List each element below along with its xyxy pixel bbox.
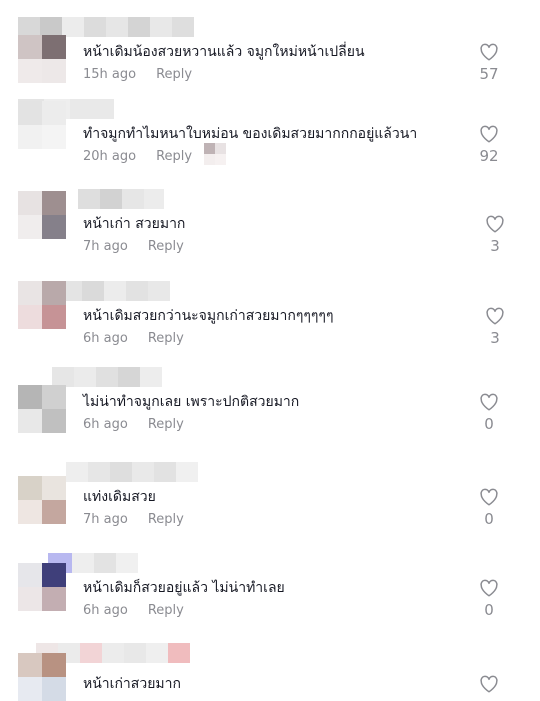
reply-button[interactable]: Reply — [156, 67, 192, 82]
timestamp: 6h ago — [83, 417, 128, 432]
avatar[interactable] — [18, 191, 66, 239]
avatar[interactable] — [18, 476, 66, 524]
like-count: 57 — [479, 65, 499, 83]
username-blurred[interactable] — [52, 367, 162, 387]
comment-text: ทำจมูกทำไมหนาใบหม่อน ของเดิมสวยมากกกอยู่… — [83, 126, 418, 142]
timestamp: 6h ago — [83, 603, 128, 618]
heart-outline-icon[interactable] — [479, 393, 499, 411]
heart-outline-icon[interactable] — [479, 675, 499, 693]
reply-button[interactable]: Reply — [148, 239, 184, 254]
like-button[interactable]: 0 — [478, 579, 500, 619]
heart-outline-icon[interactable] — [485, 307, 505, 325]
heart-outline-icon[interactable] — [479, 125, 499, 143]
comment-text: หน้าเก่าสวยมาก — [83, 676, 181, 692]
username-blurred[interactable] — [78, 189, 164, 209]
avatar[interactable] — [18, 101, 66, 149]
comment-meta: 7h ago Reply — [83, 512, 184, 527]
comment-text: หน้าเก่า สวยมาก — [83, 216, 186, 232]
heart-outline-icon[interactable] — [479, 579, 499, 597]
comment-meta: 7h ago Reply — [83, 239, 184, 254]
like-button[interactable]: 0 — [478, 488, 500, 528]
comment-text: หน้าเดิมก็สวยอยู่แล้ว ไม่น่าทำเลย — [83, 580, 285, 596]
avatar[interactable] — [18, 35, 66, 83]
like-button[interactable] — [478, 675, 500, 693]
like-button[interactable]: 3 — [484, 307, 506, 347]
timestamp: 7h ago — [83, 512, 128, 527]
sticker-thumbnail-blurred — [204, 143, 226, 165]
username-blurred[interactable] — [66, 462, 198, 482]
like-count: 3 — [490, 237, 500, 255]
comment-meta: 6h ago Reply — [83, 331, 184, 346]
like-count: 3 — [490, 329, 500, 347]
reply-button[interactable]: Reply — [148, 331, 184, 346]
like-button[interactable]: 92 — [478, 125, 500, 165]
reply-button[interactable]: Reply — [156, 149, 192, 164]
like-button[interactable]: 3 — [484, 215, 506, 255]
username-blurred[interactable] — [18, 17, 194, 37]
avatar[interactable] — [18, 563, 66, 611]
comment-text: แท่งเดิมสวย — [83, 489, 156, 505]
comment-meta: 20h ago Reply — [83, 149, 192, 164]
like-button[interactable]: 57 — [478, 43, 500, 83]
heart-outline-icon[interactable] — [479, 43, 499, 61]
comment-meta: 15h ago Reply — [83, 67, 192, 82]
reply-button[interactable]: Reply — [148, 512, 184, 527]
username-blurred[interactable] — [60, 281, 170, 301]
comment-text: หน้าเดิมสวยกว่านะจมูกเก่าสวยมากๆๆๆๆๆ — [83, 308, 334, 324]
like-count: 0 — [484, 415, 494, 433]
comment-meta: 6h ago Reply — [83, 417, 184, 432]
avatar[interactable] — [18, 281, 66, 329]
timestamp: 7h ago — [83, 239, 128, 254]
timestamp: 6h ago — [83, 331, 128, 346]
like-count: 0 — [484, 601, 494, 619]
comment-text: หน้าเดิมน้องสวยหวานแล้ว จมูกใหม่หน้าเปลี… — [83, 44, 365, 60]
heart-outline-icon[interactable] — [485, 215, 505, 233]
avatar[interactable] — [18, 653, 66, 701]
reply-button[interactable]: Reply — [148, 417, 184, 432]
like-button[interactable]: 0 — [478, 393, 500, 433]
avatar[interactable] — [18, 385, 66, 433]
comment-text: ไม่น่าทำจมูกเลย เพราะปกติสวยมาก — [83, 394, 300, 410]
like-count: 92 — [479, 147, 499, 165]
reply-button[interactable]: Reply — [148, 603, 184, 618]
like-count: 0 — [484, 510, 494, 528]
timestamp: 15h ago — [83, 67, 137, 82]
timestamp: 20h ago — [83, 149, 137, 164]
heart-outline-icon[interactable] — [479, 488, 499, 506]
comment-meta: 6h ago Reply — [83, 603, 184, 618]
